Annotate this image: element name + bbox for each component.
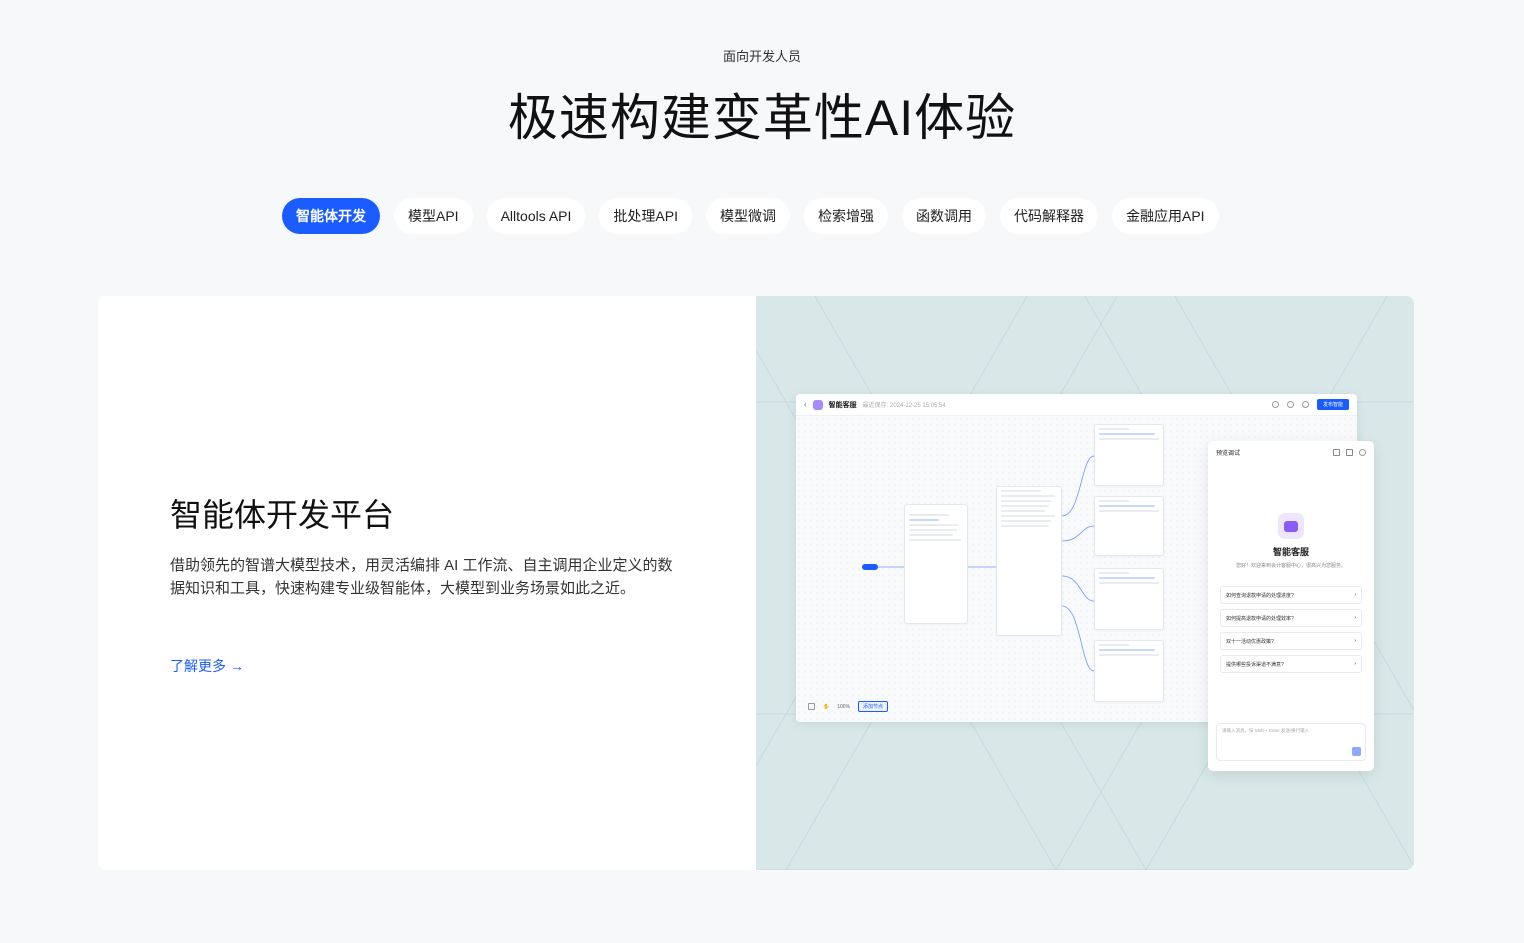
suggestion-item[interactable]: 如何查询退款申请的处理进度? › [1220, 586, 1362, 604]
send-icon[interactable] [1352, 747, 1361, 756]
feature-description: 借助领先的智谱大模型技术，用灵活编排 AI 工作流、自主调用企业定义的数据知识和… [170, 557, 673, 597]
bot-welcome: 您好！欢迎来到会计客服中心，很高兴为您服务。 [1235, 563, 1346, 569]
preview-panel: 预览调试 智能客服 您好！欢迎来到会计客服中心，很高兴为您服务。 如何查询退款申… [1208, 441, 1374, 771]
tab-batch-api[interactable]: 批处理API [599, 198, 692, 234]
editor-topbar: ‹ 智能客服 最近保存: 2024-12-25 15:05:54 发布智能 [796, 394, 1357, 416]
zoom-level: 100% [837, 703, 851, 710]
tab-code-interpreter[interactable]: 代码解释器 [999, 198, 1098, 234]
learn-more-label: 了解更多 [170, 658, 226, 674]
start-node[interactable] [862, 564, 878, 570]
llm-node[interactable] [904, 504, 968, 624]
suggestion-item[interactable]: 提供哪些投诉渠道不满意? › [1220, 655, 1362, 673]
bot-avatar [1278, 513, 1304, 539]
add-node-button[interactable]: 添加节点 [858, 701, 889, 712]
chat-input-placeholder: 请输入消息，按 Shift + Enter 发送/换行输入 [1222, 728, 1310, 733]
preview-title: 预览调试 [1216, 450, 1241, 457]
back-icon[interactable]: ‹ [804, 400, 807, 409]
publish-button[interactable]: 发布智能 [1316, 399, 1349, 410]
chevron-right-icon: › [1354, 661, 1356, 667]
settings-icon[interactable] [1359, 448, 1366, 456]
feature-card: 智能体开发平台 借助领先的智谱大模型技术，用灵活编排 AI 工作流、自主调用企业… [98, 296, 1414, 870]
save-icon[interactable] [1301, 401, 1309, 408]
tab-retrieval[interactable]: 检索增强 [803, 198, 888, 234]
tab-function-call[interactable]: 函数调用 [901, 198, 986, 234]
robot-icon [1284, 520, 1298, 532]
tab-finance-api[interactable]: 金融应用API [1111, 198, 1219, 234]
reply-node-4[interactable] [1094, 640, 1164, 702]
agent-name: 智能客服 [828, 401, 857, 409]
reply-node-2[interactable] [1094, 496, 1164, 556]
page-headline: 极速构建变革性AI体验 [507, 90, 1017, 146]
tab-alltools-api[interactable]: Alltools API [486, 198, 586, 234]
agent-avatar [812, 399, 823, 410]
reply-node-1[interactable] [1094, 424, 1164, 486]
suggestion-list: 如何查询退款申请的处理进度? › 如何提高退款申请的处理效率? › 双十一活动优惠政… [1220, 586, 1362, 678]
feature-text-panel: 智能体开发平台 借助领先的智谱大模型技术，用灵活编排 AI 工作流、自主调用企业… [98, 296, 756, 870]
suggestion-item[interactable]: 如何提高退款申请的处理效率? › [1220, 609, 1362, 627]
node-title [905, 505, 967, 511]
chevron-right-icon: › [1354, 615, 1356, 621]
copy-icon[interactable] [1346, 448, 1353, 456]
suggestion-item[interactable]: 双十一活动优惠政策? › [1220, 632, 1362, 650]
feature-title: 智能体开发平台 [170, 497, 395, 533]
history-icon[interactable] [1286, 401, 1294, 408]
chevron-right-icon: › [1354, 592, 1356, 598]
product-tabs: 智能体开发 模型API Alltools API 批处理API 模型微调 检索增… [282, 198, 1233, 234]
layout-icon[interactable] [1333, 448, 1340, 456]
reply-node-3[interactable] [1094, 568, 1164, 630]
hand-icon[interactable]: ✋ [823, 704, 829, 710]
help-icon[interactable] [1271, 401, 1279, 408]
canvas-toolbar: ✋ 100% 添加节点 [808, 701, 889, 712]
classifier-node[interactable] [996, 486, 1062, 636]
feature-illustration: ‹ 智能客服 最近保存: 2024-12-25 15:05:54 发布智能 ✋ … [756, 296, 1414, 870]
fit-view-icon[interactable] [808, 703, 815, 710]
tab-agent-dev[interactable]: 智能体开发 [282, 198, 380, 234]
arrow-right-icon: → [230, 658, 244, 674]
bot-name: 智能客服 [1272, 547, 1309, 557]
learn-more-link[interactable]: 了解更多 → [170, 656, 244, 676]
chat-input[interactable]: 请输入消息，按 Shift + Enter 发送/换行输入 [1216, 723, 1366, 761]
preview-header: 预览调试 [1208, 441, 1374, 463]
chevron-right-icon: › [1354, 638, 1356, 644]
tab-fine-tuning[interactable]: 模型微调 [705, 198, 790, 234]
eyebrow-text: 面向开发人员 [722, 49, 801, 64]
save-status: 最近保存: 2024-12-25 15:05:54 [862, 403, 946, 409]
tab-model-api[interactable]: 模型API [394, 198, 473, 234]
